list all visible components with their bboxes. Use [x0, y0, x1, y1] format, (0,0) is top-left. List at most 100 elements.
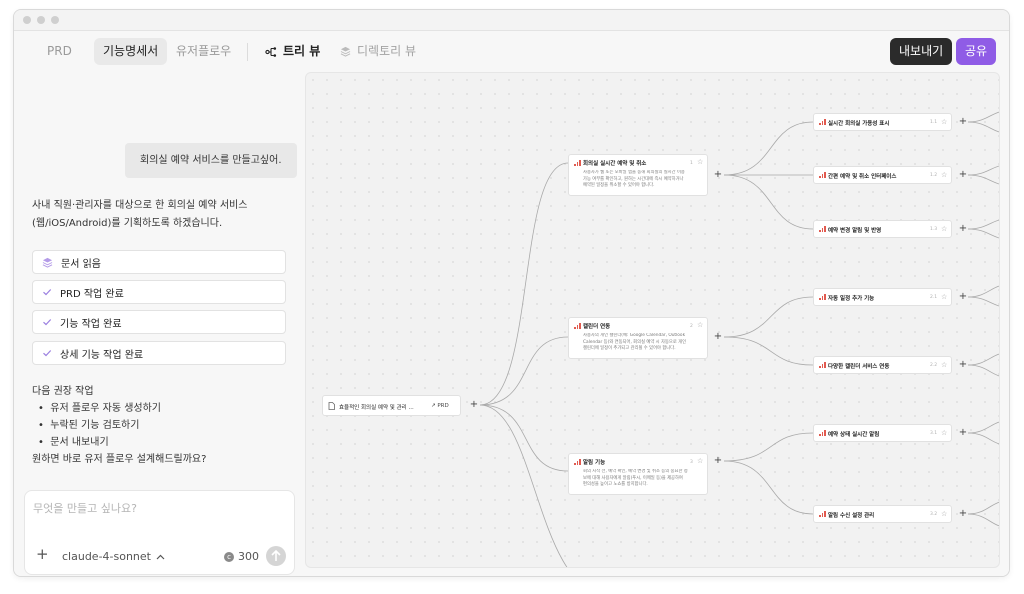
root-node-prd[interactable]: 효율적인 회의실 예약 및 관리 ... ↗ PRD: [322, 395, 461, 416]
subfeature-title: 예약 상태 실시간 알림: [828, 432, 880, 438]
subfeature-node[interactable]: 자동 일정 추가 기능 2.1 ☆: [813, 288, 952, 306]
expand-plus-icon[interactable]: +: [958, 428, 968, 438]
expand-plus-icon[interactable]: +: [469, 400, 479, 410]
feature-description: 사용자의 개인 캘린더(예: Google Calendar, Outlook C…: [583, 333, 687, 352]
subfeature-number: 1.1: [930, 120, 938, 125]
subfeature-title: 간편 예약 및 취소 인터페이스: [828, 174, 897, 180]
subfeature-title: 다양한 캘린더 서비스 연동: [828, 364, 890, 370]
feature-title: 캘린더 연동: [583, 324, 611, 330]
expand-plus-icon[interactable]: +: [713, 456, 723, 466]
expand-plus-icon[interactable]: +: [958, 224, 968, 234]
tab-prd[interactable]: PRD: [38, 38, 81, 65]
feature-title: 회의실 실시간 예약 및 취소: [583, 161, 647, 167]
minimize-window-dot[interactable]: [37, 16, 45, 24]
feature-node[interactable]: 회의실 실시간 예약 및 취소 1 ☆ 사용자가 웹 또는 모바일 앱을 통해 …: [568, 154, 708, 196]
priority-bars-icon: [819, 119, 826, 125]
subfeature-number: 2.2: [930, 363, 938, 368]
recommend-item: • 유저 플로우 자동 생성하기: [38, 403, 162, 414]
check-icon: [43, 319, 52, 326]
feature-number: 1: [690, 161, 693, 166]
subfeature-node[interactable]: 간편 예약 및 취소 인터페이스 1.2 ☆: [813, 166, 952, 184]
subfeature-number: 3.2: [930, 512, 938, 517]
priority-bars-icon: [819, 430, 826, 436]
priority-bars-icon: [819, 172, 826, 178]
chat-panel: 회의실 예약 서비스를 만들고싶어. 사내 직원·관리자를 대상으로 한 회의실…: [14, 71, 305, 576]
subfeature-number: 1.3: [930, 227, 938, 232]
star-icon[interactable]: ☆: [941, 294, 947, 301]
send-button[interactable]: [266, 546, 286, 566]
star-icon[interactable]: ☆: [697, 322, 703, 329]
feature-description: 회의 시작 전, 예약 확인, 예약 변경 및 취소 등의 중요한 정 보에 대해…: [583, 469, 688, 488]
feature-description: 사용자가 웹 또는 모바일 앱을 통해 회의실의 실시간 이용 가능 여부를 확인…: [583, 170, 685, 189]
tree-view-label: 트리 뷰: [283, 44, 321, 58]
recommend-title: 다음 권장 작업: [32, 386, 94, 397]
subfeature-node[interactable]: 다양한 캘린더 서비스 연동 2.2 ☆: [813, 356, 952, 374]
priority-bars-icon: [574, 160, 581, 166]
star-icon[interactable]: ☆: [941, 511, 947, 518]
expand-plus-icon[interactable]: +: [713, 332, 723, 342]
step-label: 상세 기능 작업 완료: [60, 349, 144, 361]
toolbar-divider: [247, 43, 248, 61]
app-body: PRD 기능명세서 유저플로우 트리 뷰 디렉토리 뷰 내보내기 공유 회의실 …: [14, 31, 1009, 576]
export-button[interactable]: 내보내기: [890, 38, 953, 65]
tree-icon: [265, 46, 277, 57]
maximize-window-dot[interactable]: [51, 16, 59, 24]
star-icon[interactable]: ☆: [697, 458, 703, 465]
priority-bars-icon: [574, 323, 581, 329]
chevron-up-icon: [156, 554, 165, 559]
priority-bars-icon: [574, 459, 581, 465]
close-window-dot[interactable]: [23, 16, 31, 24]
star-icon[interactable]: ☆: [941, 172, 947, 179]
expand-plus-icon[interactable]: +: [713, 170, 723, 180]
expand-plus-icon[interactable]: +: [958, 170, 968, 180]
priority-bars-icon: [819, 362, 826, 368]
add-attachment-icon[interactable]: +: [36, 547, 49, 562]
model-selector[interactable]: claude-4-sonnet: [62, 550, 165, 563]
recommend-item: • 문서 내보내기: [38, 437, 109, 448]
star-icon[interactable]: ☆: [697, 159, 703, 166]
subfeature-node[interactable]: 예약 변경 알림 및 반영 1.3 ☆: [813, 220, 952, 238]
step-label: 기능 작업 완료: [60, 318, 122, 330]
subfeature-title: 예약 변경 알림 및 반영: [828, 228, 882, 234]
assistant-intro: 사내 직원·관리자를 대상으로 한 회의실 예약 서비스(웹/iOS/Andro…: [32, 200, 248, 229]
chat-input[interactable]: 무엇을 만들고 싶나요?: [33, 500, 137, 516]
tree-canvas[interactable]: 효율적인 회의실 예약 및 관리 ... ↗ PRD + 회의실 실시간 예약 …: [305, 72, 1000, 568]
credit-icon: c: [224, 551, 234, 562]
external-link-icon: ↗: [431, 403, 436, 409]
feature-node[interactable]: 캘린더 연동 2 ☆ 사용자의 개인 캘린더(예: Google Calenda…: [568, 317, 708, 359]
feature-number: 3: [690, 460, 693, 465]
step-label: 문서 읽음: [61, 258, 101, 270]
subfeature-node[interactable]: 실시간 회의실 가용성 표시 1.1 ☆: [813, 113, 952, 131]
subfeature-title: 알림 수신 설정 관리: [828, 513, 875, 519]
step-item-read-docs: 문서 읽음: [32, 250, 286, 274]
expand-plus-icon[interactable]: +: [958, 117, 968, 127]
tab-user-flow[interactable]: 유저플로우: [167, 38, 240, 65]
star-icon[interactable]: ☆: [941, 119, 947, 126]
tree-view-toggle[interactable]: 트리 뷰: [265, 38, 320, 65]
chat-composer: 무엇을 만들고 싶나요? + claude-4-sonnet c 300: [24, 490, 295, 575]
tab-feature-spec[interactable]: 기능명세서: [94, 38, 168, 65]
check-icon: [43, 289, 52, 296]
user-message-bubble: 회의실 예약 서비스를 만들고싶어.: [125, 143, 297, 178]
arrow-up-icon: [271, 549, 281, 561]
followup-question: 원하면 바로 유저 플로우 설계해드릴까요?: [32, 454, 207, 465]
star-icon[interactable]: ☆: [941, 226, 947, 233]
credit-balance: c 300: [224, 550, 259, 563]
priority-bars-icon: [819, 226, 826, 232]
star-icon[interactable]: ☆: [941, 430, 947, 437]
recommendations: 다음 권장 작업 • 유저 플로우 자동 생성하기 • 누락된 기능 검토하기 …: [32, 383, 206, 468]
layers-icon: [340, 46, 351, 57]
window-titlebar: [14, 10, 1009, 31]
feature-node[interactable]: 알림 기능 3 ☆ 회의 시작 전, 예약 확인, 예약 변경 및 취소 등의 …: [568, 453, 708, 495]
star-icon[interactable]: ☆: [941, 362, 947, 369]
subfeature-node[interactable]: 예약 상태 실시간 알림 3.1 ☆: [813, 424, 952, 442]
expand-plus-icon[interactable]: +: [958, 360, 968, 370]
step-item-feature-done: 기능 작업 완료: [32, 310, 286, 334]
expand-plus-icon[interactable]: +: [958, 292, 968, 302]
subfeature-title: 자동 일정 추가 기능: [828, 296, 875, 302]
share-button[interactable]: 공유: [956, 38, 997, 65]
directory-view-toggle[interactable]: 디렉토리 뷰: [340, 38, 416, 65]
expand-plus-icon[interactable]: +: [958, 509, 968, 519]
root-node-title: 효율적인 회의실 예약 및 관리 ...: [339, 405, 414, 411]
subfeature-node[interactable]: 알림 수신 설정 관리 3.2 ☆: [813, 505, 952, 523]
